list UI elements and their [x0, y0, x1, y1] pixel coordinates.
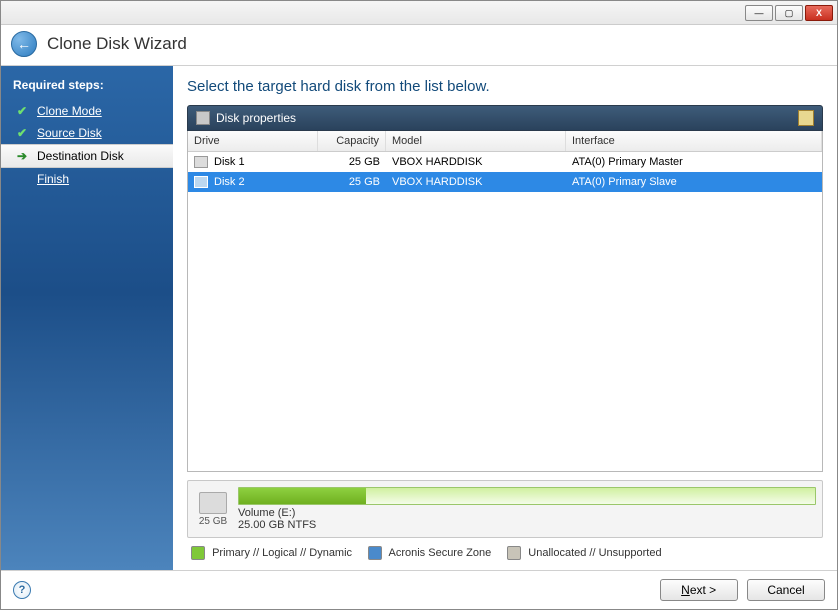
next-button[interactable]: Next >	[660, 579, 738, 601]
cancel-button[interactable]: Cancel	[747, 579, 825, 601]
volume-name: Volume (E:)	[238, 507, 816, 519]
titlebar: — ▢ X	[1, 1, 837, 25]
disk-icon	[194, 176, 208, 188]
arrow-left-icon: ←	[17, 36, 31, 52]
volume-detail: 25.00 GB NTFS	[238, 519, 816, 531]
legend: Primary // Logical // Dynamic Acronis Se…	[187, 538, 823, 570]
legend-unallocated: Unallocated // Unsupported	[507, 546, 661, 560]
close-button[interactable]: X	[805, 5, 833, 21]
back-button[interactable]: ←	[11, 31, 37, 57]
col-drive[interactable]: Drive	[188, 131, 318, 151]
maximize-button[interactable]: ▢	[775, 5, 803, 21]
arrow-right-icon: ➔	[17, 149, 31, 163]
minimize-button[interactable]: —	[745, 5, 773, 21]
page-heading: Select the target hard disk from the lis…	[187, 78, 823, 95]
step-label: Clone Mode	[37, 104, 102, 118]
header: ← Clone Disk Wizard	[1, 25, 837, 66]
col-model[interactable]: Model	[386, 131, 566, 151]
disk-action-icon[interactable]	[798, 110, 814, 126]
disk-table: Drive Capacity Model Interface Disk 1 25…	[187, 131, 823, 472]
disk-size-label: 25 GB	[194, 516, 232, 527]
volume-partition	[238, 487, 816, 505]
col-interface[interactable]: Interface	[566, 131, 822, 151]
legend-swatch-primary	[191, 546, 205, 560]
step-clone-mode[interactable]: ✔ Clone Mode	[1, 100, 173, 122]
help-button[interactable]: ?	[13, 581, 31, 599]
legend-swatch-asz	[368, 546, 382, 560]
step-finish[interactable]: ✔ Finish	[1, 168, 173, 190]
footer: ? Next > Cancel	[1, 570, 837, 609]
volume-bar[interactable]: Volume (E:) 25.00 GB NTFS	[238, 487, 816, 531]
table-row[interactable]: Disk 1 25 GB VBOX HARDDISK ATA(0) Primar…	[188, 152, 822, 172]
legend-asz: Acronis Secure Zone	[368, 546, 491, 560]
col-capacity[interactable]: Capacity	[318, 131, 386, 151]
disk-icon	[199, 492, 227, 514]
disk-icon	[196, 111, 210, 125]
check-icon: ✔	[17, 126, 31, 140]
table-body: Disk 1 25 GB VBOX HARDDISK ATA(0) Primar…	[188, 152, 822, 471]
wizard-window: — ▢ X ← Clone Disk Wizard Required steps…	[0, 0, 838, 610]
step-label: Destination Disk	[37, 149, 124, 163]
legend-swatch-unalloc	[507, 546, 521, 560]
wizard-title: Clone Disk Wizard	[47, 34, 187, 54]
sidebar-heading: Required steps:	[1, 74, 173, 100]
disk-summary: 25 GB Volume (E:) 25.00 GB NTFS	[187, 480, 823, 538]
disk-properties-header: Disk properties	[187, 105, 823, 131]
main-panel: Select the target hard disk from the lis…	[173, 66, 837, 570]
legend-primary: Primary // Logical // Dynamic	[191, 546, 352, 560]
step-label: Source Disk	[37, 126, 102, 140]
table-row[interactable]: Disk 2 25 GB VBOX HARDDISK ATA(0) Primar…	[188, 172, 822, 192]
check-icon: ✔	[17, 104, 31, 118]
step-label: Finish	[37, 172, 69, 186]
disk-icon	[194, 156, 208, 168]
table-header: Drive Capacity Model Interface	[188, 131, 822, 152]
step-source-disk[interactable]: ✔ Source Disk	[1, 122, 173, 144]
physical-disk: 25 GB	[194, 492, 232, 527]
step-destination-disk[interactable]: ➔ Destination Disk	[1, 144, 173, 168]
sidebar: Required steps: ✔ Clone Mode ✔ Source Di…	[1, 66, 173, 570]
panel-title-text: Disk properties	[216, 111, 296, 125]
volume-used-icon	[239, 488, 366, 504]
